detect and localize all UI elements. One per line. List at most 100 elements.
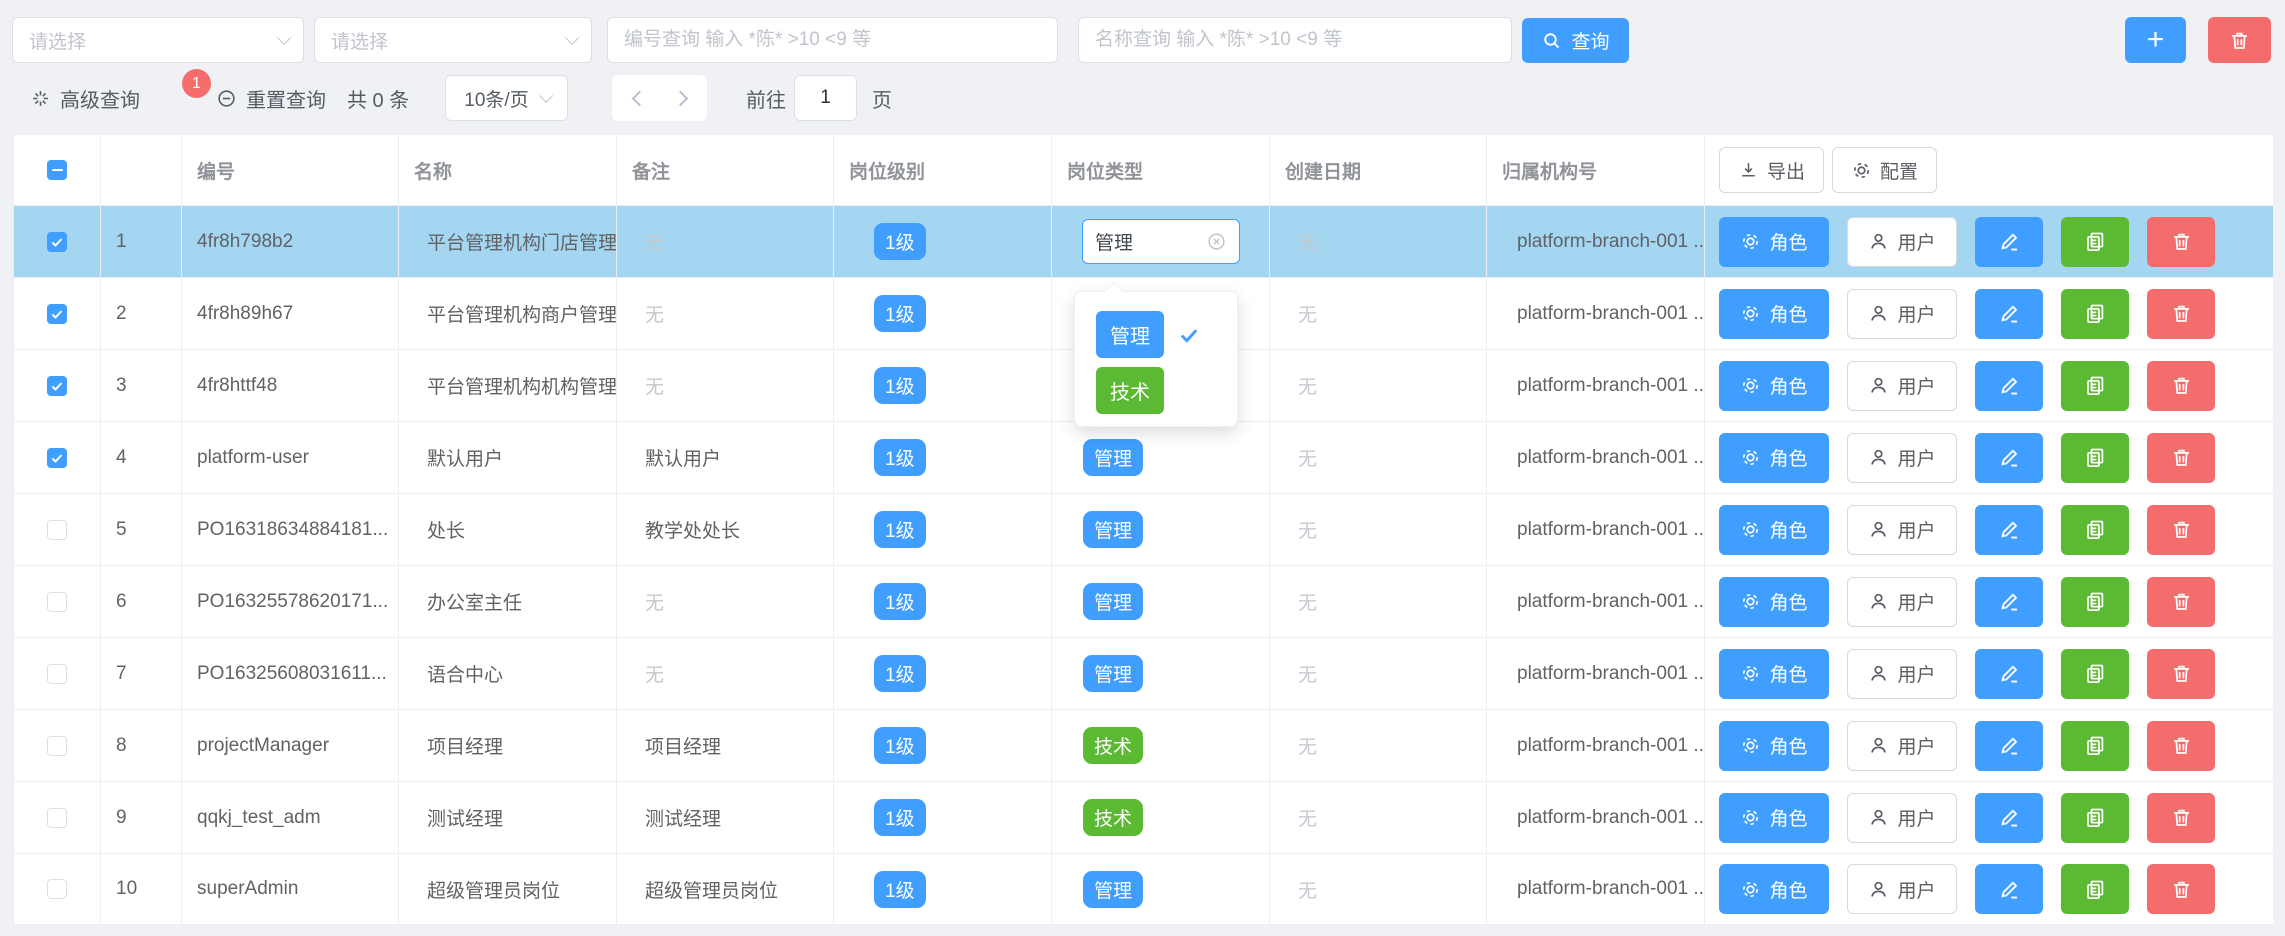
role-button[interactable]: 角色 [1719, 289, 1829, 339]
table-row[interactable]: 8 projectManager 项目经理 项目经理 1级 技术 无 platf… [14, 709, 2273, 781]
filter-select-2[interactable]: 请选择 [314, 17, 592, 63]
table-row[interactable]: 5 PO16318634884181... 处长 教学处处长 1级 管理 无 p… [14, 493, 2273, 565]
search-button[interactable]: 查询 [1522, 18, 1629, 63]
delete-row-button[interactable] [2147, 577, 2215, 627]
row-checkbox[interactable] [47, 736, 67, 756]
delete-row-button[interactable] [2147, 864, 2215, 914]
copy-button[interactable] [2061, 289, 2129, 339]
type-editor-input[interactable]: 管理 [1082, 219, 1240, 264]
edit-button[interactable] [1975, 433, 2043, 483]
table-row[interactable]: 7 PO16325608031611... 语合中心 无 1级 管理 无 pla… [14, 637, 2273, 709]
copy-button[interactable] [2061, 649, 2129, 699]
copy-button[interactable] [2061, 361, 2129, 411]
edit-button[interactable] [1975, 289, 2043, 339]
delete-row-button[interactable] [2147, 217, 2215, 267]
name-search-input[interactable] [1078, 17, 1512, 63]
delete-row-button[interactable] [2147, 289, 2215, 339]
advanced-query-button[interactable]: 高级查询 1 [30, 75, 140, 121]
delete-row-button[interactable] [2147, 721, 2215, 771]
role-button[interactable]: 角色 [1719, 361, 1829, 411]
positions-table: 编号 名称 备注 岗位级别 岗位类型 创建日期 归属机构号 导出 配置 1 4f… [13, 135, 2273, 925]
code-search-input[interactable] [607, 17, 1058, 63]
edit-button[interactable] [1975, 649, 2043, 699]
filter-bar: 高级查询 1 重置查询 共 0 条 10条/页 前往 页 [0, 75, 2285, 121]
user-button[interactable]: 用户 [1847, 793, 1957, 843]
edit-button[interactable] [1975, 505, 2043, 555]
edit-button[interactable] [1975, 793, 2043, 843]
copy-button[interactable] [2061, 217, 2129, 267]
role-button[interactable]: 角色 [1719, 864, 1829, 914]
level-badge: 1级 [874, 511, 926, 548]
user-button[interactable]: 用户 [1847, 505, 1957, 555]
config-button[interactable]: 配置 [1832, 147, 1937, 193]
user-button[interactable]: 用户 [1847, 361, 1957, 411]
edit-button[interactable] [1975, 361, 2043, 411]
edit-button[interactable] [1975, 864, 2043, 914]
row-checkbox[interactable] [47, 664, 67, 684]
copy-button[interactable] [2061, 505, 2129, 555]
type-option-tech[interactable]: 技术 [1096, 367, 1237, 414]
delete-row-button[interactable] [2147, 649, 2215, 699]
pencil-icon [1998, 590, 2021, 613]
row-code: qqkj_test_adm [182, 782, 399, 853]
prev-page-button[interactable] [631, 90, 647, 106]
copy-button[interactable] [2061, 433, 2129, 483]
clear-icon[interactable] [1206, 231, 1227, 252]
copy-button[interactable] [2061, 864, 2129, 914]
delete-row-button[interactable] [2147, 361, 2215, 411]
pencil-icon [1998, 662, 2021, 685]
row-checkbox[interactable] [47, 448, 67, 468]
filter-select-1[interactable]: 请选择 [12, 17, 304, 63]
advanced-query-badge: 1 [182, 69, 211, 98]
edit-button[interactable] [1975, 577, 2043, 627]
row-checkbox[interactable] [47, 232, 67, 252]
row-remark: 无 [617, 206, 834, 277]
user-button[interactable]: 用户 [1847, 649, 1957, 699]
user-button[interactable]: 用户 [1847, 217, 1957, 267]
type-option-manage[interactable]: 管理 [1096, 311, 1237, 358]
delete-row-button[interactable] [2147, 505, 2215, 555]
table-row[interactable]: 4 platform-user 默认用户 默认用户 1级 管理 无 platfo… [14, 421, 2273, 493]
delete-row-button[interactable] [2147, 433, 2215, 483]
row-checkbox[interactable] [47, 520, 67, 540]
role-button[interactable]: 角色 [1719, 649, 1829, 699]
page-size-select[interactable]: 10条/页 [445, 75, 568, 121]
row-checkbox[interactable] [47, 808, 67, 828]
copy-button[interactable] [2061, 577, 2129, 627]
role-button[interactable]: 角色 [1719, 217, 1829, 267]
user-button[interactable]: 用户 [1847, 577, 1957, 627]
table-row[interactable]: 6 PO16325578620171... 办公室主任 无 1级 管理 无 pl… [14, 565, 2273, 637]
copy-button[interactable] [2061, 793, 2129, 843]
delete-button[interactable] [2208, 17, 2271, 63]
trash-icon [2170, 230, 2193, 253]
user-button[interactable]: 用户 [1847, 864, 1957, 914]
row-checkbox[interactable] [47, 879, 67, 899]
goto-page-input[interactable] [794, 75, 857, 121]
user-button[interactable]: 用户 [1847, 433, 1957, 483]
delete-row-button[interactable] [2147, 793, 2215, 843]
role-button[interactable]: 角色 [1719, 721, 1829, 771]
select-all-checkbox[interactable] [47, 160, 67, 180]
chevron-down-icon [539, 89, 553, 103]
export-button[interactable]: 导出 [1719, 147, 1824, 193]
copy-button[interactable] [2061, 721, 2129, 771]
role-button[interactable]: 角色 [1719, 793, 1829, 843]
next-page-button[interactable] [672, 90, 688, 106]
user-button[interactable]: 用户 [1847, 289, 1957, 339]
role-button[interactable]: 角色 [1719, 433, 1829, 483]
table-row[interactable]: 9 qqkj_test_adm 测试经理 测试经理 1级 技术 无 platfo… [14, 781, 2273, 853]
reset-query-button[interactable]: 重置查询 [216, 75, 326, 121]
add-button[interactable]: + [2125, 17, 2186, 63]
role-button[interactable]: 角色 [1719, 577, 1829, 627]
table-row[interactable]: 10 superAdmin 超级管理员岗位 超级管理员岗位 1级 管理 无 pl… [14, 853, 2273, 925]
chevron-down-icon [277, 31, 291, 45]
row-checkbox[interactable] [47, 304, 67, 324]
user-button[interactable]: 用户 [1847, 721, 1957, 771]
table-row[interactable]: 1 4fr8h798b2 平台管理机构门店管理岗 无 1级 管理 无 platf… [14, 205, 2273, 277]
edit-button[interactable] [1975, 217, 2043, 267]
role-button[interactable]: 角色 [1719, 505, 1829, 555]
edit-button[interactable] [1975, 721, 2043, 771]
row-checkbox[interactable] [47, 592, 67, 612]
row-checkbox[interactable] [47, 376, 67, 396]
sparkle-icon [30, 88, 51, 109]
